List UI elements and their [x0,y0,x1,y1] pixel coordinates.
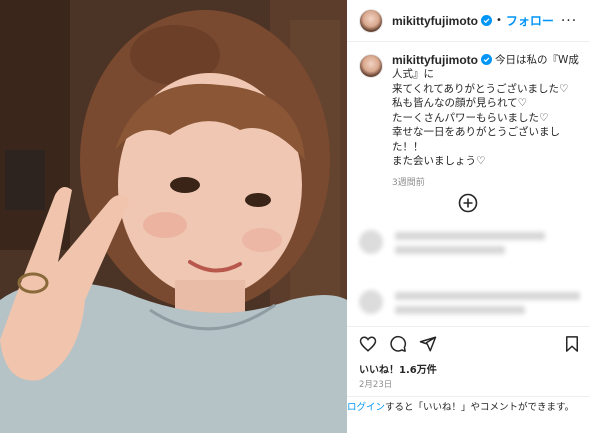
caption-head: mikittyfujimoto 今日は私の『W成 [392,52,582,67]
login-link[interactable]: ログイン [347,402,385,413]
blurred-text-line [395,246,505,254]
blurred-text-line [395,292,580,300]
post-photo[interactable] [0,0,347,433]
comment-icon[interactable] [389,335,407,353]
caption-avatar[interactable] [359,54,383,78]
follow-button[interactable]: フォロー [506,12,554,29]
blurred-text-line [395,232,545,240]
share-icon[interactable] [419,335,437,353]
post-actions [347,326,590,356]
bookmark-icon[interactable] [563,335,581,353]
more-options-icon[interactable]: ··· [560,13,578,29]
username-link[interactable]: mikittyfujimoto [392,14,478,28]
caption-body: mikittyfujimoto 今日は私の『W成 人式』に 来てくれてありがとう… [392,52,582,188]
blurred-comment [359,286,581,322]
post-date[interactable]: 2月23日 [359,378,392,390]
avatar[interactable] [359,8,383,33]
blurred-avatar [359,290,383,314]
blurred-comment [359,226,581,262]
verified-badge-icon [481,15,492,26]
separator-dot: • [496,15,502,26]
verified-badge-icon [481,54,492,65]
post-side-panel: mikittyfujimoto • フォロー ··· mikittyfujimo… [347,0,590,433]
post-caption: mikittyfujimoto 今日は私の『W成 人式』に 来てくれてありがとう… [359,52,584,188]
likes-count[interactable]: いいね！1.6万件 [359,361,437,376]
blurred-text-line [395,306,525,314]
caption-username[interactable]: mikittyfujimoto [392,53,478,67]
post-timestamp[interactable]: 3週間前 [392,175,582,188]
caption-text-start: 今日は私の『W成 [495,54,579,66]
caption-text: 人式』に 来てくれてありがとうございました♡ 私も皆んなの顔が見られて♡ たーく… [392,68,569,167]
post-header: mikittyfujimoto • フォロー ··· [347,0,590,42]
heart-icon[interactable] [359,335,377,353]
plus-circle-icon[interactable] [458,193,478,213]
post-photo-illustration [0,0,347,433]
login-prompt: ログインすると「いいね！」やコメントができます。 [347,396,590,433]
login-prompt-text: すると「いいね！」やコメントができます。 [385,402,575,413]
blurred-avatar [359,230,383,254]
